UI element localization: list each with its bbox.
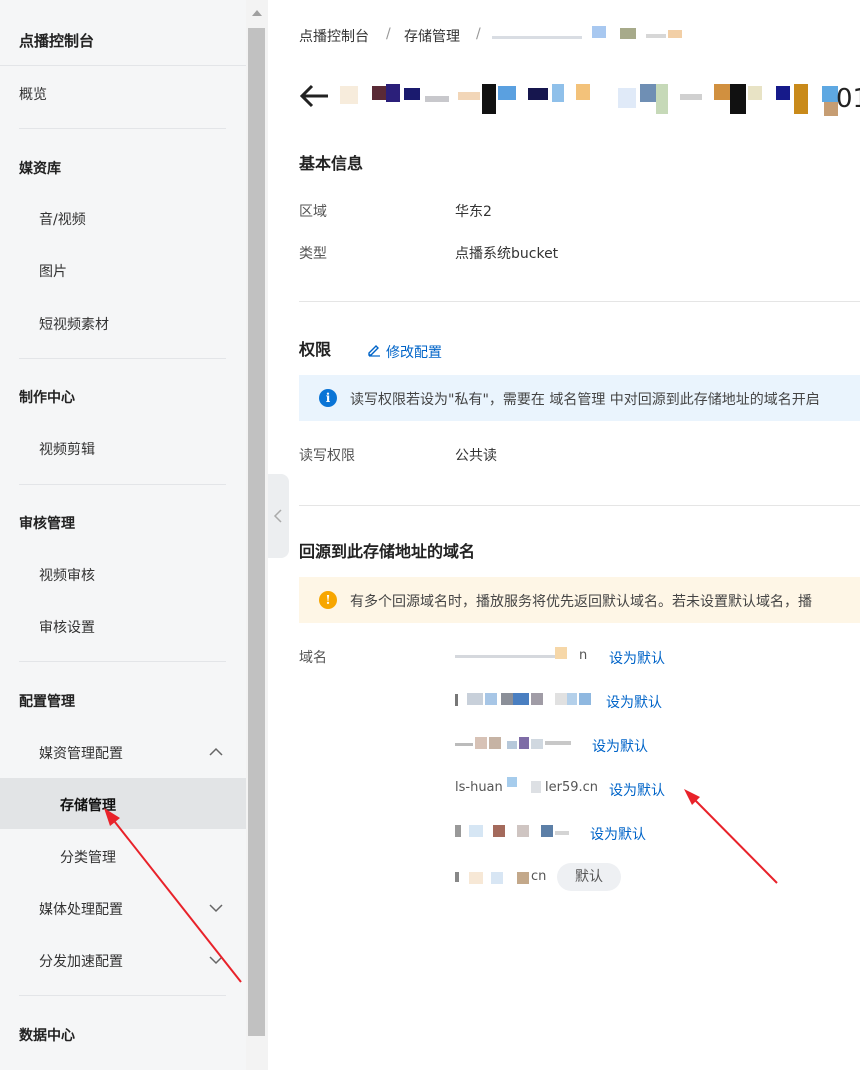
sidebar-section-config: 配置管理 — [19, 694, 75, 710]
domain-text: cn — [531, 869, 547, 884]
chevron-down-icon[interactable] — [208, 900, 224, 916]
page-title-suffix: 01 — [836, 84, 860, 114]
sidebar-section-production: 制作中心 — [19, 390, 75, 406]
default-badge: 默认 — [557, 863, 621, 891]
chevron-left-icon — [273, 509, 282, 523]
domains-warning-alert: ! 有多个回源域名时，播放服务将优先返回默认域名。若未设置默认域名，播 — [299, 577, 860, 623]
sidebar-item-images[interactable]: 图片 — [39, 261, 67, 281]
section-divider — [299, 505, 860, 506]
arrow-left-icon[interactable] — [298, 82, 330, 110]
scroll-up-icon[interactable] — [252, 10, 262, 16]
app-window: 点播控制台 概览 媒资库 音/视频 图片 短视频素材 制作中心 视频剪辑 审核管… — [0, 0, 860, 1070]
domain-text-suffix: ler59.cn — [545, 780, 599, 795]
sidebar-divider — [19, 661, 226, 662]
sidebar-item-review-settings[interactable]: 审核设置 — [39, 617, 95, 637]
sidebar-section-media-library: 媒资库 — [19, 161, 61, 177]
breadcrumb-separator: / — [476, 26, 481, 42]
domain-row: 设为默认 — [455, 735, 855, 755]
domain-text: n — [579, 648, 588, 663]
set-default-button[interactable]: 设为默认 — [592, 736, 648, 756]
field-value-type: 点播系统bucket — [455, 246, 559, 262]
sidebar-item-storage-management[interactable]: 存储管理 — [60, 795, 116, 815]
sidebar-item-short-video-assets[interactable]: 短视频素材 — [39, 314, 109, 334]
sidebar-item-distribution-config[interactable]: 分发加速配置 — [39, 951, 123, 971]
domain-redacted — [455, 655, 555, 658]
field-label-rw-permission: 读写权限 — [299, 448, 355, 464]
sidebar-divider — [0, 65, 246, 66]
sidebar-divider — [19, 484, 226, 485]
domain-row: 设为默认 — [455, 691, 855, 711]
sidebar-scrollbar-thumb[interactable] — [248, 28, 265, 1036]
sidebar-item-overview[interactable]: 概览 — [19, 84, 47, 104]
breadcrumb-console[interactable]: 点播控制台 — [299, 26, 369, 46]
field-label-region: 区域 — [299, 204, 327, 220]
sidebar-item-media-processing-config[interactable]: 媒体处理配置 — [39, 899, 123, 919]
domain-redacted — [555, 647, 567, 659]
field-label-type: 类型 — [299, 246, 327, 262]
edit-config-link[interactable]: 修改配置 — [386, 342, 442, 362]
sidebar-title: 点播控制台 — [19, 32, 95, 50]
domain-row: cn — [455, 868, 855, 888]
breadcrumb-separator: / — [386, 26, 391, 42]
field-value-region: 华东2 — [455, 204, 492, 220]
domains-warning-text: 有多个回源域名时，播放服务将优先返回默认域名。若未设置默认域名，播 — [350, 594, 812, 610]
sidebar-active-highlight — [0, 778, 246, 829]
set-default-button[interactable]: 设为默认 — [609, 780, 665, 800]
sidebar-item-video-editing[interactable]: 视频剪辑 — [39, 439, 95, 459]
permission-info-alert: i 读写权限若设为"私有"，需要在 域名管理 中对回源到此存储地址的域名开启 — [299, 375, 860, 421]
set-default-button[interactable]: 设为默认 — [590, 824, 646, 844]
sidebar-collapse-handle[interactable] — [268, 474, 289, 558]
sidebar-item-media-config[interactable]: 媒资管理配置 — [39, 743, 123, 763]
domain-row: n 设为默认 — [455, 647, 855, 667]
set-default-button[interactable]: 设为默认 — [609, 648, 665, 668]
sidebar-item-audio-video[interactable]: 音/视频 — [39, 209, 86, 229]
breadcrumb-storage[interactable]: 存储管理 — [404, 26, 460, 46]
sidebar-section-review: 审核管理 — [19, 516, 75, 532]
sidebar-section-data-center: 数据中心 — [19, 1028, 75, 1044]
domain-redacted — [531, 781, 541, 793]
set-default-button[interactable]: 设为默认 — [606, 692, 662, 712]
section-divider — [299, 301, 860, 302]
section-heading-basic-info: 基本信息 — [299, 154, 364, 173]
permission-info-text: 读写权限若设为"私有"，需要在 域名管理 中对回源到此存储地址的域名开启 — [350, 392, 820, 408]
sidebar-item-video-review[interactable]: 视频审核 — [39, 565, 95, 585]
info-circle-icon: i — [319, 389, 337, 407]
sidebar-divider — [19, 358, 226, 359]
domain-row: 设为默认 — [455, 823, 855, 843]
warning-circle-icon: ! — [319, 591, 337, 609]
domain-text: ls-huan — [455, 780, 503, 795]
field-value-rw-permission: 公共读 — [455, 448, 497, 464]
chevron-up-icon[interactable] — [208, 744, 224, 760]
section-heading-permissions: 权限 — [299, 340, 332, 359]
pencil-icon[interactable] — [367, 342, 382, 357]
section-heading-origin-domains: 回源到此存储地址的域名 — [299, 542, 476, 561]
sidebar: 点播控制台 概览 媒资库 音/视频 图片 短视频素材 制作中心 视频剪辑 审核管… — [0, 0, 246, 1070]
sidebar-divider — [19, 995, 226, 996]
sidebar-divider — [19, 128, 226, 129]
domain-redacted — [507, 777, 517, 787]
field-label-domain: 域名 — [299, 650, 327, 666]
chevron-down-icon[interactable] — [208, 952, 224, 968]
sidebar-item-category-management[interactable]: 分类管理 — [60, 847, 116, 867]
domain-row: ls-huan ler59.cn 设为默认 — [455, 777, 855, 800]
